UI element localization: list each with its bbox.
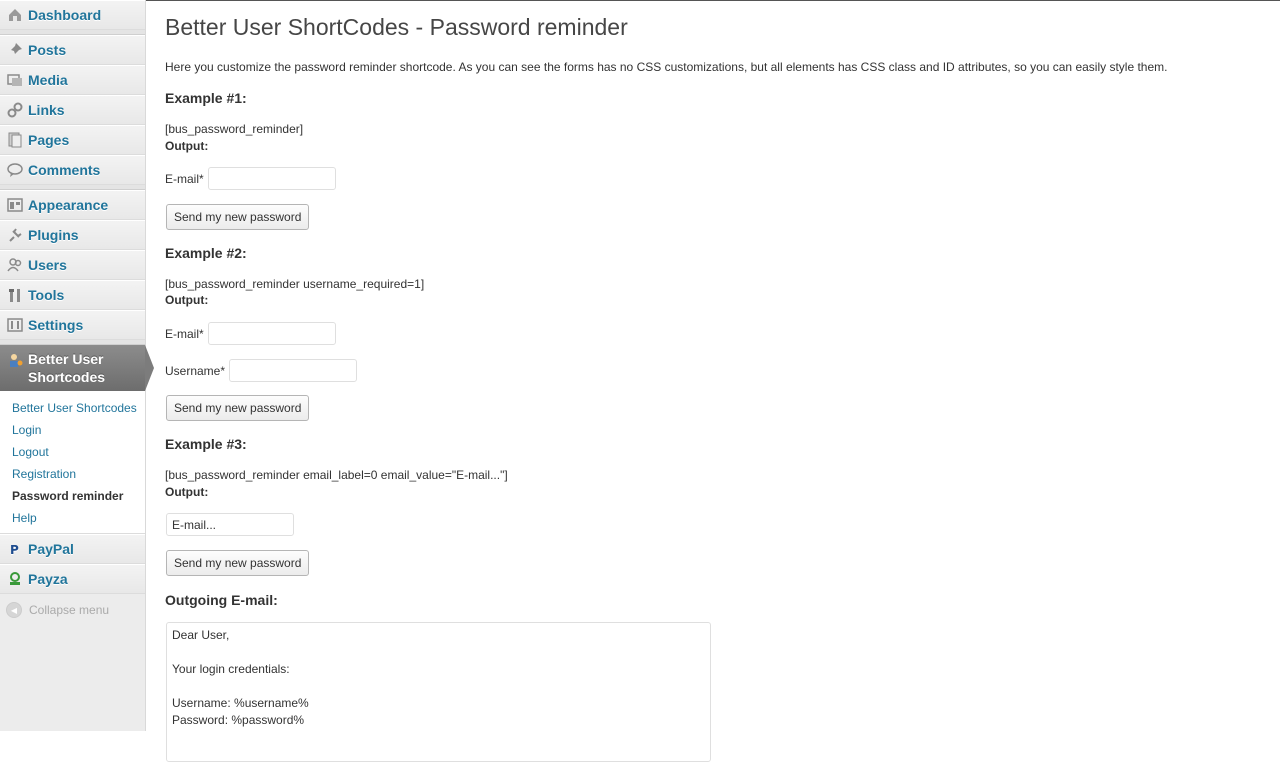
menu-appearance[interactable]: Appearance xyxy=(0,190,145,220)
menu-settings[interactable]: Settings xyxy=(0,310,145,340)
menu-label: Appearance xyxy=(28,197,109,213)
tools-icon xyxy=(6,286,24,304)
menu-tools[interactable]: Tools xyxy=(0,280,145,310)
username-label: Username* xyxy=(165,363,226,378)
example-3-email-input[interactable] xyxy=(166,513,294,536)
example-3-send-button[interactable]: Send my new password xyxy=(166,550,310,576)
menu-label: Plugins xyxy=(28,227,79,243)
comment-icon xyxy=(6,161,24,179)
menu-better-user-shortcodes[interactable]: Better User Shortcodes xyxy=(0,345,154,391)
example-3-output-label: Output: xyxy=(165,485,209,499)
example-1-email-row: E-mail* xyxy=(165,167,336,190)
menu-payza[interactable]: Payza xyxy=(0,564,145,594)
pin-icon xyxy=(6,41,24,59)
user-shortcodes-icon xyxy=(6,351,24,369)
menu-pages[interactable]: Pages xyxy=(0,125,145,155)
menu-links[interactable]: Links xyxy=(0,95,145,125)
submenu-item-password-reminder[interactable]: Password reminder xyxy=(0,485,145,507)
collapse-arrow-icon: ◀ xyxy=(6,602,22,618)
menu-label: Payza xyxy=(28,571,68,587)
intro-text: Here you customize the password reminder… xyxy=(165,60,1168,74)
menu-label: Pages xyxy=(28,132,70,148)
collapse-label: Collapse menu xyxy=(29,603,110,617)
menu-label-line2: Shortcodes xyxy=(28,369,106,385)
email-label: E-mail* xyxy=(165,171,204,186)
example-2-heading: Example #2: xyxy=(165,245,247,261)
menu-label: Posts xyxy=(28,42,67,58)
submenu-item-registration[interactable]: Registration xyxy=(0,463,145,485)
page-title: Better User ShortCodes - Password remind… xyxy=(165,14,628,40)
example-3-heading: Example #3: xyxy=(165,436,247,452)
pages-icon xyxy=(6,131,24,149)
example-1-output-label: Output: xyxy=(165,139,209,153)
menu-label: Media xyxy=(28,72,68,88)
paypal-icon: P xyxy=(6,540,24,558)
dashboard-icon xyxy=(6,6,24,24)
users-icon xyxy=(6,256,24,274)
menu-label: Dashboard xyxy=(28,7,102,23)
menu-posts[interactable]: Posts xyxy=(0,35,145,65)
link-icon xyxy=(6,101,24,119)
menu-label: Links xyxy=(28,102,65,118)
example-1-send-button[interactable]: Send my new password xyxy=(166,204,310,230)
menu-label: Users xyxy=(28,257,67,273)
menu-plugins[interactable]: Plugins xyxy=(0,220,145,250)
settings-icon xyxy=(6,316,24,334)
example-2-output-label: Output: xyxy=(165,293,209,307)
submenu-item-login[interactable]: Login xyxy=(0,419,145,441)
submenu-item-better-user-shortcodes[interactable]: Better User Shortcodes xyxy=(0,397,145,419)
menu-label: Settings xyxy=(28,317,84,333)
menu-label: Tools xyxy=(28,287,65,303)
media-icon xyxy=(6,71,24,89)
collapse-menu-button[interactable]: ◀ Collapse menu xyxy=(0,594,145,618)
submenu: Better User Shortcodes Login Logout Regi… xyxy=(0,391,145,534)
appearance-icon xyxy=(6,196,24,214)
example-1-email-input[interactable] xyxy=(207,167,336,190)
submenu-item-help[interactable]: Help xyxy=(0,507,145,529)
plugin-icon xyxy=(6,226,24,244)
menu-comments[interactable]: Comments xyxy=(0,155,145,185)
menu-label: Comments xyxy=(28,162,101,178)
example-2-username-input[interactable] xyxy=(229,359,358,382)
example-2-email-row: E-mail* xyxy=(165,322,336,345)
example-2-username-row: Username* xyxy=(165,359,358,382)
menu-label: Better User Shortcodes xyxy=(28,350,105,386)
example-2-send-button[interactable]: Send my new password xyxy=(166,395,310,421)
svg-text:P: P xyxy=(10,543,19,557)
example-2-email-input[interactable] xyxy=(207,322,336,345)
menu-users[interactable]: Users xyxy=(0,250,145,280)
menu-label-line1: Better User xyxy=(28,351,104,367)
menu-dashboard[interactable]: Dashboard xyxy=(0,0,145,30)
menu-paypal[interactable]: P PayPal xyxy=(0,534,145,564)
outgoing-email-heading: Outgoing E-mail: xyxy=(165,592,278,608)
example-2-code: [bus_password_reminder username_required… xyxy=(165,277,425,291)
payza-icon xyxy=(6,570,24,588)
outgoing-email-textarea[interactable] xyxy=(166,622,711,762)
main-content: Better User ShortCodes - Password remind… xyxy=(165,0,1280,762)
admin-sidebar: Dashboard Posts Media Links Pages Commen… xyxy=(0,0,154,731)
example-3-code: [bus_password_reminder email_label=0 ema… xyxy=(165,468,508,482)
submenu-item-logout[interactable]: Logout xyxy=(0,441,145,463)
example-1-heading: Example #1: xyxy=(165,90,247,106)
menu-label: PayPal xyxy=(28,541,74,557)
example-1-code: [bus_password_reminder] xyxy=(165,122,304,136)
menu-media[interactable]: Media xyxy=(0,65,145,95)
email-label: E-mail* xyxy=(165,326,204,341)
